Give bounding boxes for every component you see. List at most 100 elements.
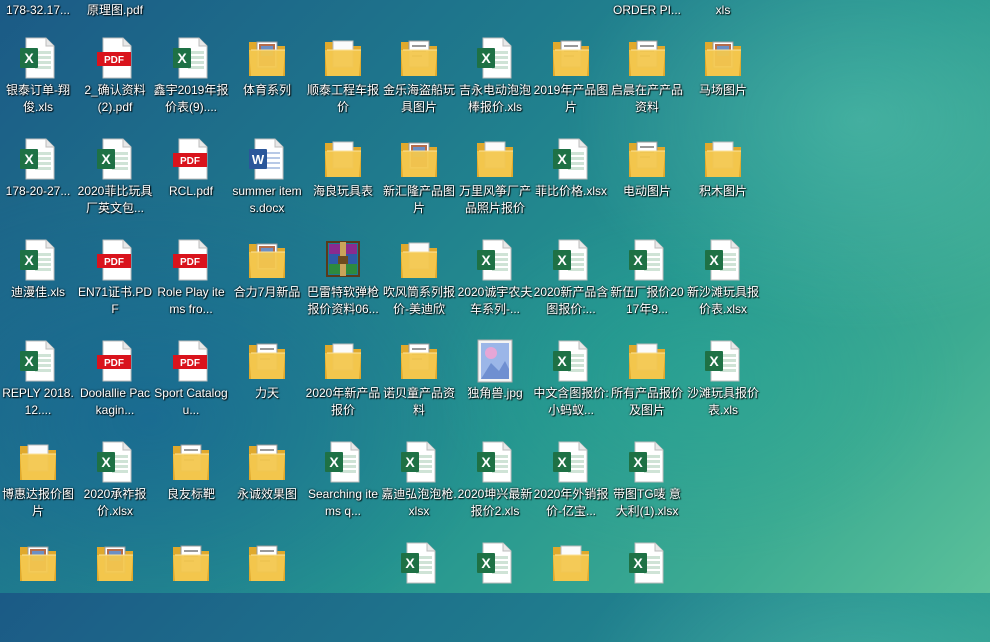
desktop-item-label: 2020承祚报价.xlsx [83,487,147,518]
excel-file-icon: X [551,137,591,181]
desktop-item[interactable]: X 吉永电动泡泡棒报价.xls [457,36,533,137]
excel-file-icon: X [627,238,667,282]
desktop-item[interactable]: 金乐海盗船玩具图片 [381,36,457,137]
desktop-item[interactable]: X 银泰订单-翔俊.xls [0,36,76,137]
desktop-item[interactable]: 体育系列 [229,36,305,137]
desktop-item[interactable]: 启晨在产产品资料 [609,36,685,137]
folder-with-documents-icon [171,541,211,585]
desktop-item[interactable]: 新汇隆产品图片 [381,137,457,238]
desktop-item[interactable]: X 新沙滩玩具报价表.xlsx [685,238,761,339]
svg-text:X: X [24,252,34,268]
excel-file-icon: X [551,339,591,383]
desktop-item-label: 原理图.pdf [86,3,144,17]
excel-file-icon: X [703,238,743,282]
desktop-item[interactable]: PDF 2_确认资料(2).pdf [77,36,153,137]
desktop-item[interactable]: 积木图片 [685,137,761,238]
desktop-item[interactable]: 诺贝童产品资料 [381,339,457,440]
desktop-item[interactable]: X 中文含图报价:小蚂蚁... [533,339,609,440]
desktop-item[interactable]: X 嘉迪弘泡泡枪.xlsx [381,440,457,541]
desktop-item[interactable]: X 2020菲比玩具厂英文包... [77,137,153,238]
desktop-item[interactable]: 吹风筒系列报价-美迪欣 [381,238,457,339]
desktop-item-label: xls [715,3,731,17]
desktop-item-label: 博惠达报价图片 [1,487,74,518]
desktop-item[interactable] [77,541,153,642]
desktop-item-label: 吉永电动泡泡棒报价.xls [458,83,531,114]
desktop-item-label: 2020年新产品报价 [305,386,381,417]
desktop-item-label: 2020新产品含图报价:... [533,285,609,316]
desktop-item-label: 鑫宇2019年报价表(9).... [153,83,229,114]
desktop-item[interactable]: 海良玩具表 [305,137,381,238]
desktop-item[interactable] [229,541,305,642]
svg-text:X: X [557,252,567,268]
desktop-item-label: 178-32.17... [5,3,71,17]
desktop-item[interactable]: X 2020年外销报价-亿宝... [533,440,609,541]
excel-file-icon: X [703,339,743,383]
excel-file-icon: X [171,36,211,80]
desktop-item[interactable]: 电动图片 [609,137,685,238]
pdf-file-icon: PDF [171,238,211,282]
desktop-item[interactable]: 马场图片 [685,36,761,137]
folder-with-documents-icon [551,36,591,80]
desktop-item-label: 启晨在产产品资料 [610,83,683,114]
desktop-item[interactable]: 2019年产品图片 [533,36,609,137]
svg-text:X: X [405,454,415,470]
desktop-item[interactable]: X [457,541,533,642]
desktop-item[interactable]: Wsummer items.docx [229,137,305,238]
folder-icon [323,137,363,181]
desktop-item[interactable]: PDF RCL.pdf [153,137,229,238]
desktop-item[interactable]: PDF Doolallie Packagin... [77,339,153,440]
desktop-item[interactable]: X 迪漫佳.xls [0,238,76,339]
desktop-item[interactable] [0,541,76,642]
desktop-item[interactable]: X 2020承祚报价.xlsx [77,440,153,541]
desktop-item[interactable]: 2020年新产品报价 [305,339,381,440]
desktop-item[interactable]: 独角兽.jpg [457,339,533,440]
desktop-item[interactable]: 万里风筝厂产品照片报价 [457,137,533,238]
desktop-item[interactable]: 良友标靶 [153,440,229,541]
desktop-item[interactable]: X 178-20-27... [0,137,76,238]
desktop-item-partial[interactable]: 原理图.pdf [77,2,153,22]
desktop-item[interactable]: PDF Role Play items fro... [153,238,229,339]
desktop-item[interactable]: X 鑫宇2019年报价表(9).... [153,36,229,137]
desktop-item-label: 新沙滩玩具报价表.xlsx [686,285,759,316]
desktop-item[interactable]: X 菲比价格.xlsx [533,137,609,238]
desktop-item-label: ORDER PI... [612,3,681,17]
desktop-item-label: 海良玩具表 [312,184,373,198]
desktop-item[interactable] [533,541,609,642]
desktop-item-partial[interactable]: 178-32.17... [0,2,76,22]
desktop-item[interactable]: 永诚效果图 [229,440,305,541]
desktop-item-label: 银泰订单-翔俊.xls [6,83,70,114]
desktop-item[interactable] [153,541,229,642]
desktop-item[interactable]: X REPLY 2018.12.... [0,339,76,440]
desktop-item-partial[interactable]: xls [685,2,761,22]
desktop-item[interactable]: 顺泰工程车报价 [305,36,381,137]
desktop-item[interactable]: X 新伍厂报价2017年9... [609,238,685,339]
svg-text:PDF: PDF [180,156,200,167]
folder-icon [551,541,591,585]
desktop-item[interactable]: X 2020诚宇农夫车系列-... [457,238,533,339]
desktop-item-label: 良友标靶 [166,487,215,501]
excel-file-icon: X [475,238,515,282]
desktop-item-label: 吹风筒系列报价-美迪欣 [382,285,455,316]
excel-file-icon: X [95,440,135,484]
desktop-item[interactable]: 博惠达报价图片 [0,440,76,541]
svg-text:X: X [24,353,34,369]
desktop-item[interactable]: X [381,541,457,642]
desktop-item[interactable]: X 2020新产品含图报价:... [533,238,609,339]
desktop-item-partial[interactable]: ORDER PI... [609,2,685,22]
desktop-item-label: 积木图片 [698,184,747,198]
desktop-item-label: 合力7月新品 [233,285,301,299]
desktop-item[interactable]: 合力7月新品 [229,238,305,339]
desktop-item[interactable]: X 沙滩玩具报价表.xls [685,339,761,440]
svg-text:X: X [481,454,491,470]
desktop-item[interactable]: PDF Sport Catalogu... [153,339,229,440]
desktop-item[interactable]: 巴雷特软弹枪报价资料06... [305,238,381,339]
desktop-item[interactable]: 力天 [229,339,305,440]
desktop-item[interactable]: X 带图TG唛 意大利(1).xlsx [609,440,685,541]
desktop-item[interactable]: PDF EN71证书.PDF [77,238,153,339]
desktop-item[interactable]: X Searching items q... [305,440,381,541]
desktop-item[interactable]: X [609,541,685,642]
desktop-item[interactable]: 所有产品报价及图片 [609,339,685,440]
folder-with-documents-icon [247,541,287,585]
desktop-item[interactable]: X 2020坤兴最新报价2.xls [457,440,533,541]
folder-with-documents-icon [171,440,211,484]
